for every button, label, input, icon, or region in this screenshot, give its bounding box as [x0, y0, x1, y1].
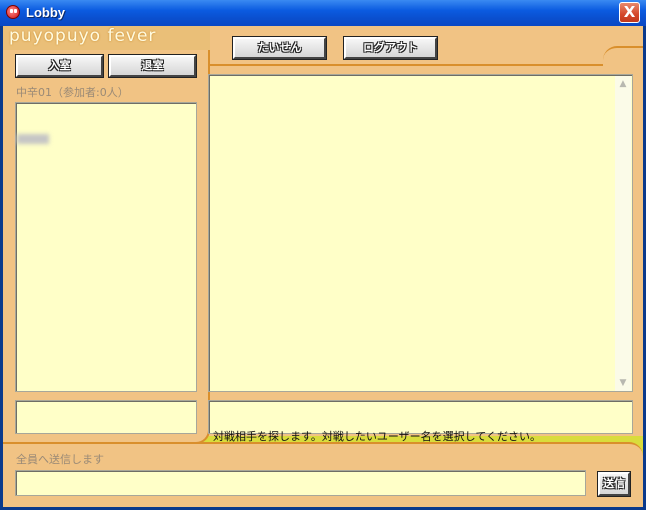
- status-message: 対戦相手を探します。対戦したいユーザー名を選択してください。: [213, 430, 542, 443]
- close-button[interactable]: X: [619, 2, 640, 23]
- title-bar[interactable]: Lobby X: [0, 0, 646, 26]
- lobby-client-area: puyopuyo fever 入室 退室 中辛01（参加者:0人） たいせん ロ…: [3, 26, 643, 507]
- window-title: Lobby: [26, 5, 65, 20]
- battle-button[interactable]: たいせん: [232, 36, 327, 60]
- top-frame-edge: [208, 64, 604, 66]
- scroll-up-icon[interactable]: ▲: [615, 76, 631, 92]
- chat-recipient-label: 全員へ送信します: [16, 453, 104, 466]
- scroll-down-icon[interactable]: ▼: [615, 375, 631, 391]
- lobby-window: Lobby X puyopuyo fever 入室 退室 中辛01（参加者:0人…: [0, 0, 646, 510]
- send-button[interactable]: 送信: [597, 471, 631, 497]
- brand-logo: puyopuyo fever: [9, 26, 157, 46]
- enter-room-button[interactable]: 入室: [15, 54, 104, 78]
- chat-log[interactable]: [208, 74, 633, 392]
- user-info-panel: [15, 400, 197, 434]
- user-list[interactable]: [15, 102, 197, 392]
- user-list-item[interactable]: [17, 134, 49, 144]
- top-frame-tail: [603, 46, 643, 66]
- chat-log-scrollbar[interactable]: ▲ ▼: [615, 76, 631, 391]
- leave-room-button[interactable]: 退室: [108, 54, 197, 78]
- room-info: 中辛01（参加者:0人）: [16, 86, 129, 99]
- chat-input[interactable]: [15, 470, 586, 496]
- logout-button[interactable]: ログアウト: [343, 36, 438, 60]
- puyo-app-icon: [6, 5, 20, 19]
